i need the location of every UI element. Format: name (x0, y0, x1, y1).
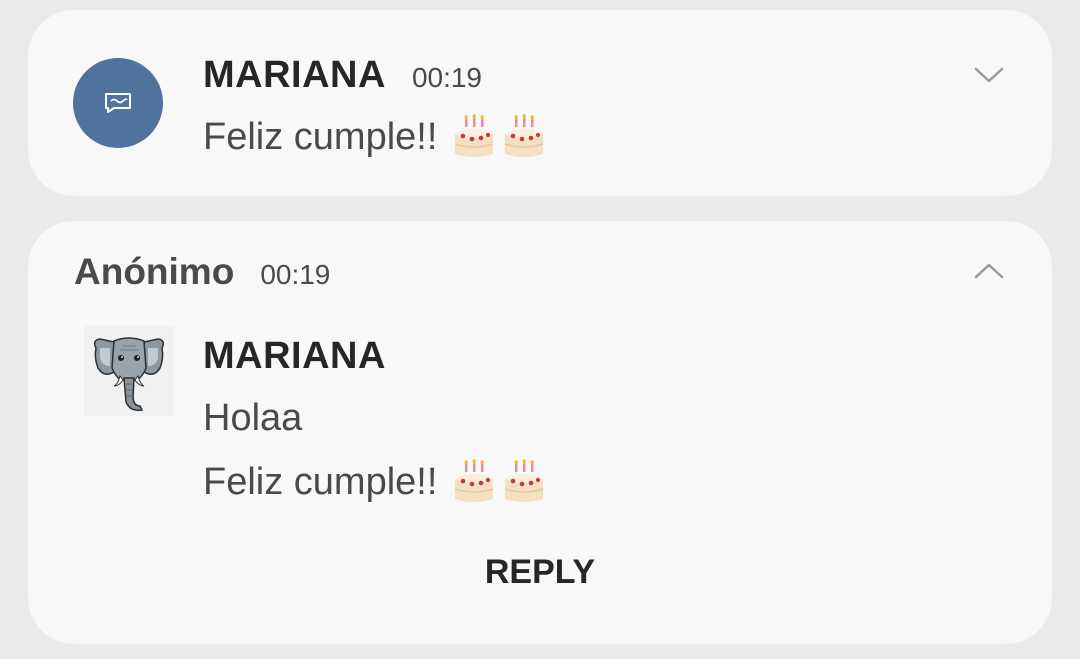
timestamp: 00:19 (260, 259, 331, 290)
chevron-up-icon[interactable] (973, 261, 1005, 281)
reply-button[interactable]: REPLY (28, 553, 1052, 592)
birthday-cake-icon (455, 114, 494, 157)
message-line: Feliz cumple!! (203, 459, 547, 505)
message-line: Holaa (203, 397, 302, 440)
message-bubble-icon (105, 93, 131, 113)
birthday-cake-icon (505, 114, 544, 157)
elephant-avatar (84, 326, 174, 416)
message-text: Holaa (203, 397, 303, 439)
sender-name: MARIANA (203, 54, 386, 96)
message-line: Feliz cumple!! (203, 114, 547, 160)
notification-card-collapsed[interactable]: MARIANA 00:19 Feliz cumple!! (28, 10, 1052, 196)
elephant-icon (93, 337, 165, 412)
sender-name: MARIANA (203, 335, 386, 377)
app-name: Anónimo (74, 251, 235, 292)
message-text: Feliz cumple!! (203, 115, 438, 158)
timestamp: 00:19 (411, 62, 483, 93)
birthday-cake-icon (505, 459, 544, 502)
notification-header: Anónimo 00:19 (74, 251, 330, 293)
birthday-cake-icon (455, 459, 494, 502)
chevron-down-icon[interactable] (973, 65, 1005, 85)
message-avatar (73, 58, 163, 148)
message-text: Feliz cumple!! (203, 460, 438, 503)
notification-card-expanded[interactable]: Anónimo 00:19 MARIANA Holaa Feliz cumple… (28, 221, 1052, 644)
notification-header: MARIANA 00:19 (203, 54, 482, 97)
conversation-header: MARIANA (203, 335, 386, 378)
